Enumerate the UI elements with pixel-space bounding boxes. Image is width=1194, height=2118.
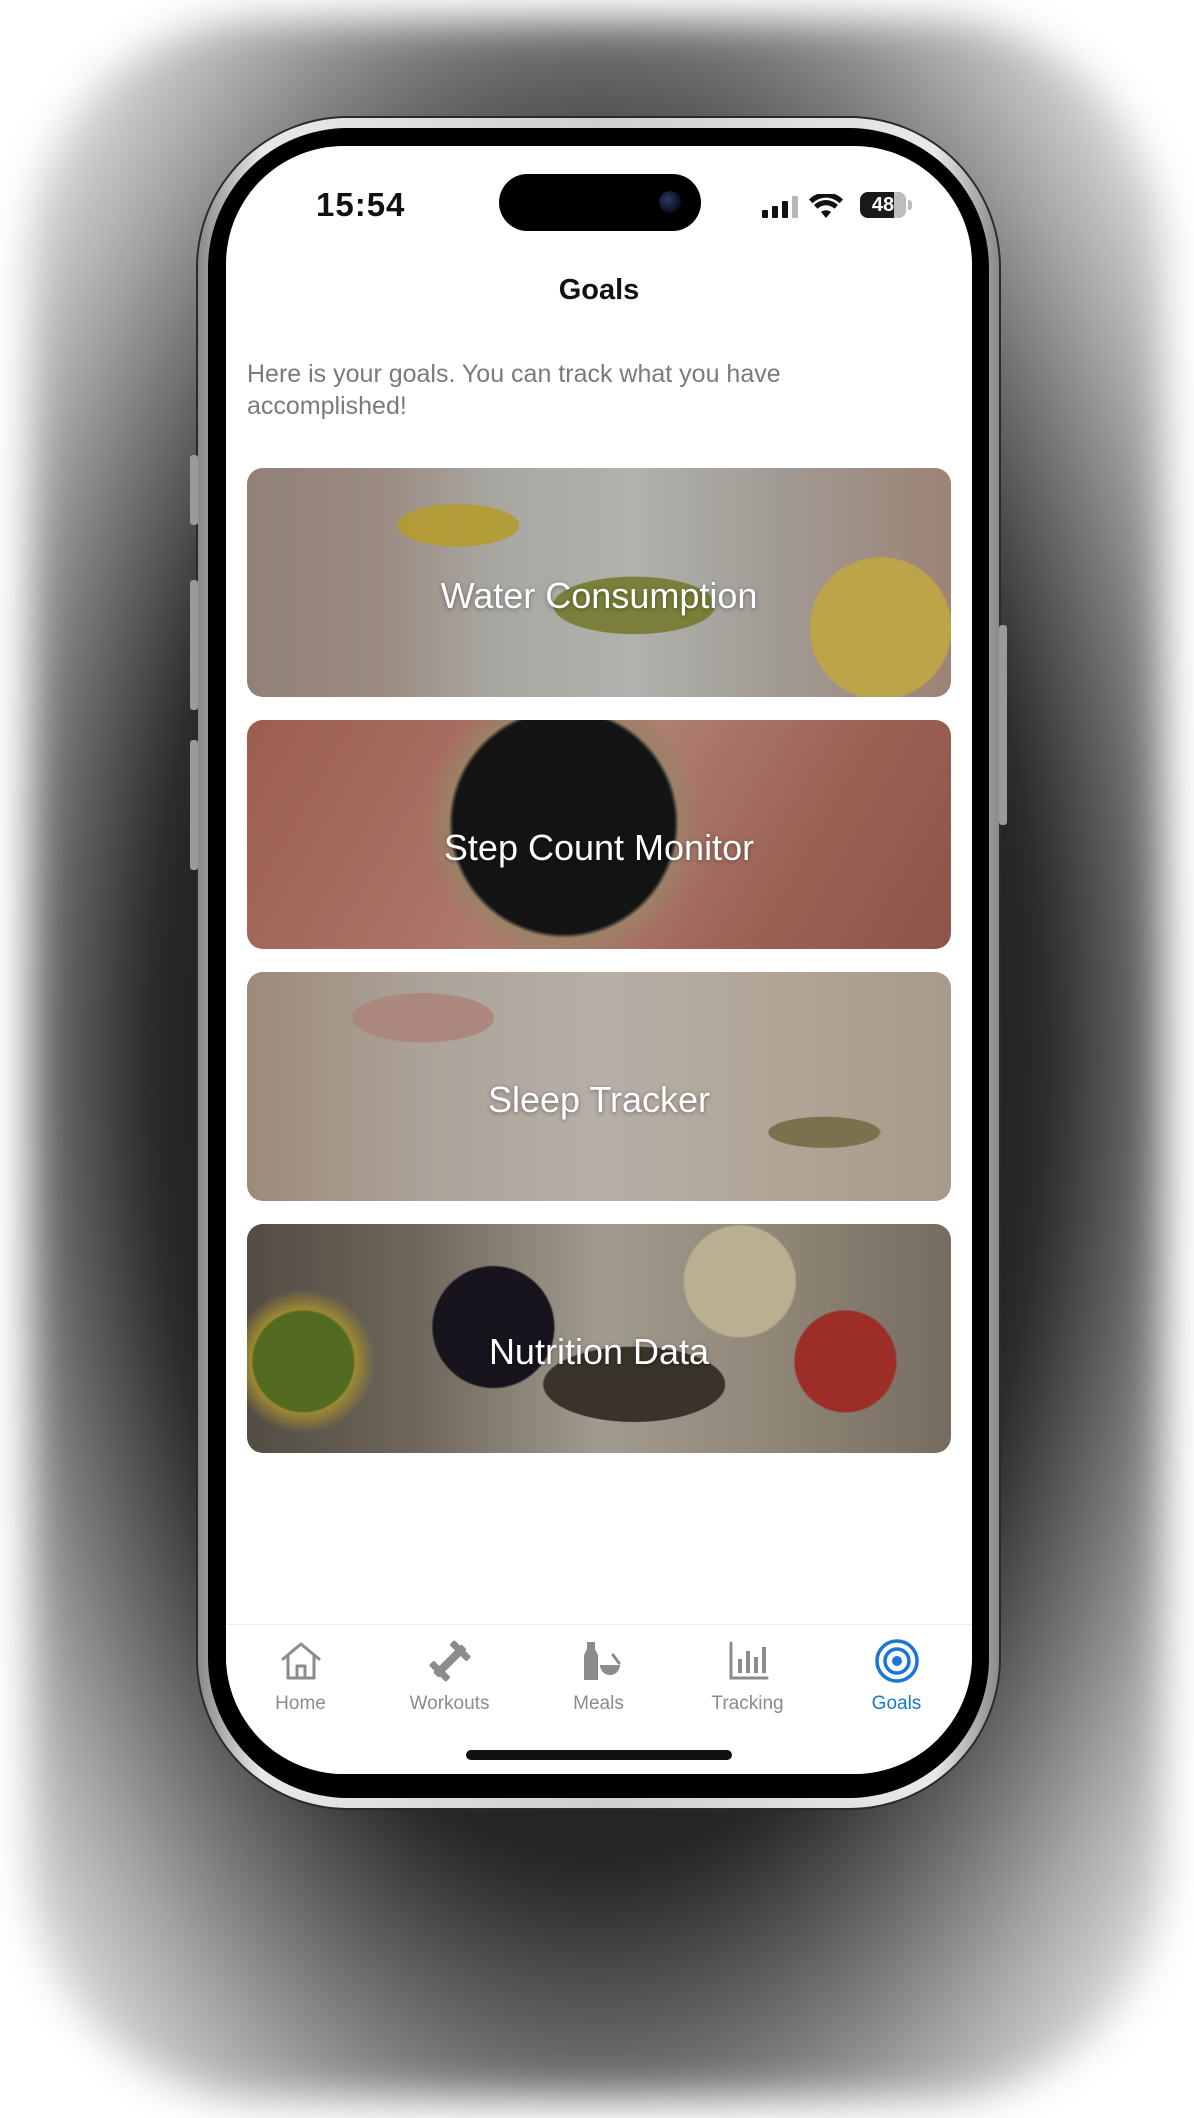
tab-label: Home — [275, 1693, 326, 1714]
wifi-icon — [809, 194, 843, 218]
tab-workouts[interactable]: Workouts — [375, 1625, 524, 1735]
volume-down-button — [190, 740, 198, 870]
tab-label: Goals — [871, 1693, 922, 1714]
power-button — [999, 625, 1007, 825]
goal-card-title: Nutrition Data — [488, 1331, 710, 1372]
target-icon — [874, 1639, 919, 1683]
battery-level: 48 — [871, 194, 895, 216]
device-stage: 15:54 48 Goals Here is your goals. You c… — [0, 0, 1194, 2118]
goal-card-title: Sleep Tracker — [487, 1079, 711, 1120]
status-time: 15:54 — [316, 186, 406, 223]
action-button — [190, 455, 198, 525]
goal-card-sleep[interactable]: Sleep Tracker — [247, 972, 951, 1201]
goal-card-steps[interactable]: Step Count Monitor — [247, 720, 951, 949]
goal-card-water[interactable]: Water Consumption — [247, 468, 951, 697]
tab-home[interactable]: Home — [226, 1625, 375, 1735]
cellular-signal-icon — [762, 196, 798, 218]
volume-up-button — [190, 580, 198, 710]
home-icon — [281, 1642, 320, 1680]
dumbbell-icon — [429, 1640, 470, 1682]
dynamic-island — [499, 174, 701, 231]
app-screen: 15:54 48 Goals Here is your goals. You c… — [226, 146, 972, 1774]
goal-card-title: Step Count Monitor — [443, 827, 755, 868]
tab-tracking[interactable]: Tracking — [673, 1625, 822, 1735]
tab-label: Workouts — [409, 1693, 490, 1714]
home-indicator — [466, 1750, 732, 1760]
page-title: Goals — [558, 274, 640, 306]
tab-meals[interactable]: Meals — [524, 1625, 673, 1735]
battery-icon: 48 — [860, 192, 906, 218]
bar-chart-icon — [729, 1641, 768, 1680]
intro-text: Here is your goals. You can track what y… — [247, 360, 781, 420]
goal-card-nutrition[interactable]: Nutrition Data — [247, 1224, 951, 1453]
tab-label: Meals — [573, 1693, 624, 1714]
meals-icon — [583, 1642, 620, 1680]
battery-tip — [908, 200, 912, 210]
goal-card-title: Water Consumption — [440, 575, 758, 616]
tab-label: Tracking — [711, 1693, 784, 1714]
tab-goals[interactable]: Goals — [822, 1625, 971, 1735]
camera-icon — [659, 191, 681, 213]
